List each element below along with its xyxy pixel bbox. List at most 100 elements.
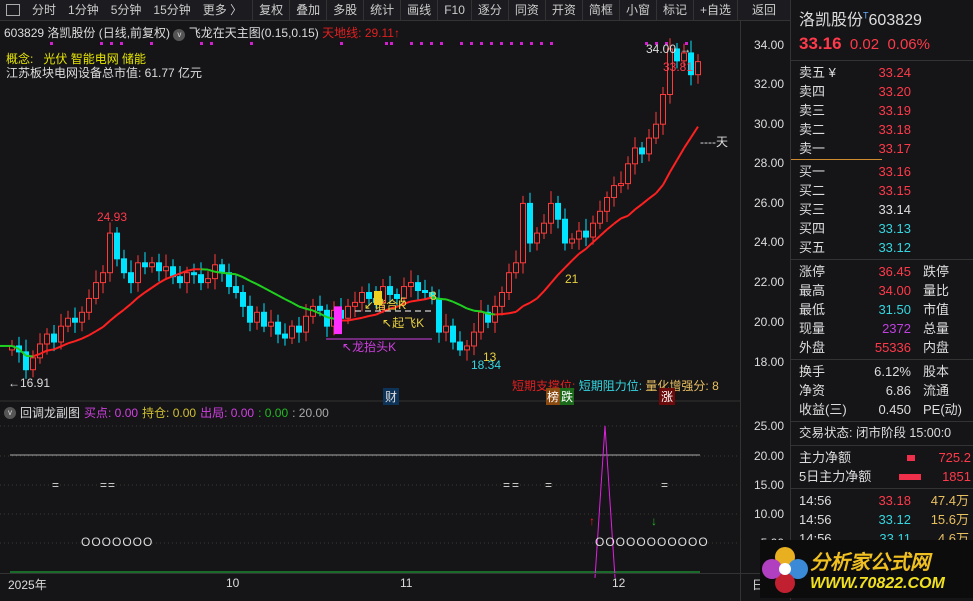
btn-overlay[interactable]: 叠加 [289, 0, 326, 21]
chevron-down-icon[interactable]: v [4, 407, 16, 419]
candle-body [626, 164, 631, 184]
ma-line-segment [68, 341, 75, 343]
bid-row[interactable]: 买三33.14 [791, 200, 973, 219]
candle-body [444, 326, 449, 332]
bid-row[interactable]: 买五33.12 [791, 238, 973, 257]
low-label: ←16.91 [8, 376, 50, 390]
ma-line-segment [684, 137, 691, 148]
ma-line-segment [642, 199, 649, 205]
stats-list: 涨停36.45跌停最高34.00量比最低31.50市值现量2372总量外盘553… [791, 262, 973, 357]
btn-mark[interactable]: 标记 [656, 0, 693, 21]
ma-line-segment [285, 299, 292, 303]
price-pct: 0.06% [887, 36, 930, 53]
btn-draw[interactable]: 画线 [400, 0, 437, 21]
btn-small-window[interactable]: 小窗 [619, 0, 656, 21]
candle-body [66, 318, 71, 326]
stat-label2: 内盘 [911, 338, 949, 357]
tick-volume: 15.6万 [911, 510, 969, 529]
btn-multi[interactable]: 多股 [326, 0, 363, 21]
stat-value: 6.86 [859, 381, 911, 400]
signal-dot [210, 42, 213, 45]
candle-body [80, 312, 85, 322]
stat-label: 净资 [799, 381, 859, 400]
ask-row[interactable]: 卖三33.19 [791, 101, 973, 120]
ma-line-segment [348, 319, 355, 320]
ask-row[interactable]: 卖四33.20 [791, 82, 973, 101]
candle-body [451, 326, 456, 342]
candle-body [472, 332, 477, 346]
bid-price: 33.15 [859, 181, 911, 200]
sub-v2: : 20.00 [292, 406, 329, 420]
candle-body [563, 219, 568, 243]
candle-body [206, 279, 211, 283]
candle-body [458, 342, 463, 350]
ask-row[interactable]: 卖五 ¥33.24 [791, 63, 973, 82]
tab-fenshi[interactable]: 分时 [26, 0, 62, 21]
stat-label2: 量比 [911, 281, 949, 300]
badge-zhang[interactable]: 涨 [659, 388, 675, 405]
arrow-down-icon: ↓ [651, 514, 657, 528]
tab-5min[interactable]: 5分钟 [105, 0, 148, 21]
logo-url: WWW.70822.COM [810, 575, 945, 593]
bid-price: 33.13 [859, 219, 911, 238]
signal-dot [120, 42, 123, 45]
stat-label: 最低 [799, 300, 859, 319]
sub-eq: = [545, 478, 552, 492]
stat-label: 最高 [799, 281, 859, 300]
ask-row[interactable]: 卖二33.18 [791, 120, 973, 139]
ma-line-segment [131, 298, 138, 304]
btn-kaizi[interactable]: 开资 [545, 0, 582, 21]
bid-row[interactable]: 买二33.15 [791, 181, 973, 200]
sub-circles-a: OOOOOOO [81, 535, 153, 549]
ma-line-segment [537, 291, 544, 298]
signal-dot [200, 42, 203, 45]
badge-die[interactable]: 跌 [560, 388, 574, 405]
price-change: 0.02 [850, 36, 879, 53]
flow-value: 725.2 [938, 448, 973, 467]
stat-label: 现量 [799, 319, 859, 338]
stat-row: 净资6.86流通 [791, 381, 973, 400]
ask-row[interactable]: 卖一33.17 [791, 139, 973, 158]
btn-zhufen[interactable]: 逐分 [471, 0, 508, 21]
ma-line-segment [649, 193, 656, 198]
count-13: 13 [483, 350, 496, 364]
tab-15min[interactable]: 15分钟 [147, 0, 196, 21]
strength-label: 量化增强分: [645, 379, 708, 393]
candle-body [185, 273, 190, 283]
ma-line-segment [89, 331, 96, 335]
bid-row[interactable]: 买四33.13 [791, 219, 973, 238]
date-tick: 11 [400, 576, 412, 590]
btn-f10[interactable]: F10 [437, 0, 471, 21]
sub-title[interactable]: 回调龙副图 [20, 404, 80, 421]
ask-label: 卖五 ¥ [799, 63, 859, 82]
candle-body [437, 298, 442, 332]
candle-body [290, 326, 295, 338]
levels-line: 短期支撑位: 短期阻力位: 量化增强分: 8 [512, 377, 719, 394]
btn-add-watch[interactable]: +自选 [693, 0, 737, 21]
flow-label: 5日主力净额 [799, 467, 899, 486]
badge-bang[interactable]: 榜 [546, 388, 560, 405]
candle-body [409, 283, 414, 287]
last-price: 33.16 [799, 34, 842, 53]
stat-label: 换手 [799, 362, 859, 381]
bid-row[interactable]: 买一33.16 [791, 162, 973, 181]
bid-label: 买二 [799, 181, 859, 200]
candle-body [297, 326, 302, 332]
btn-tongzi[interactable]: 同资 [508, 0, 545, 21]
ma-line-segment [243, 277, 250, 281]
btn-back[interactable]: 返回 [737, 0, 790, 21]
ma-line-segment [558, 268, 565, 275]
btn-simple[interactable]: 简框 [582, 0, 619, 21]
ask-list: 卖五 ¥33.24卖四33.20卖三33.19卖二33.18卖一33.17 [791, 63, 973, 158]
badge-cai[interactable]: 财 [383, 388, 399, 405]
price-axis: 34.00 32.00 30.00 28.00 26.00 24.00 22.0… [740, 21, 790, 601]
bid-label: 买五 [799, 238, 859, 257]
signal-dot [510, 42, 513, 45]
btn-stats[interactable]: 统计 [363, 0, 400, 21]
btn-fuquan[interactable]: 复权 [252, 0, 289, 21]
candle-body [283, 334, 288, 338]
sidebar-toggle-icon[interactable] [6, 4, 20, 16]
tab-more[interactable]: 更多 〉 [197, 0, 248, 21]
tab-1min[interactable]: 1分钟 [62, 0, 105, 21]
signal-dot [480, 42, 483, 45]
